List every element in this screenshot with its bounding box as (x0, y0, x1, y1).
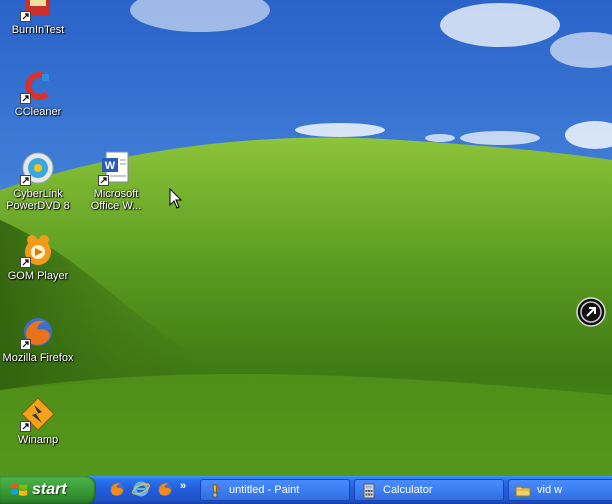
paint-icon (212, 484, 221, 498)
desktop-icon-powerdvd[interactable]: CyberLink PowerDVD 8 (0, 150, 78, 212)
desktop-icon-firefox[interactable]: Mozilla Firefox (0, 314, 78, 364)
calculator-icon (363, 483, 375, 499)
desktop-icon-label: GOM Player (7, 270, 69, 282)
shortcut-arrow-icon (98, 175, 109, 186)
taskbar-button-calculator[interactable]: Calculator (354, 479, 504, 501)
desktop-icon-label-line2: PowerDVD 8 (6, 200, 70, 212)
desktop-icon-label-line1: Microsoft (93, 188, 139, 200)
firefox-icon (20, 314, 56, 350)
desktop-icon-label: Winamp (17, 434, 59, 446)
firefox-icon (110, 482, 124, 496)
quick-launch-overflow-chevron[interactable]: » (180, 480, 186, 492)
ccleaner-icon (20, 68, 56, 104)
shortcut-arrow-icon (20, 339, 31, 350)
quick-launch-internet-explorer[interactable] (132, 480, 152, 500)
shortcut-arrow-icon (20, 175, 31, 186)
desktop-icon-word[interactable]: W Microsoft Office W... (76, 150, 156, 212)
taskbar-button-label: Calculator (383, 484, 433, 496)
windows-logo-icon (11, 483, 27, 496)
svg-text:W: W (105, 160, 116, 172)
desktop-icon-burnintest[interactable]: BurnInTest (0, 0, 78, 36)
powerdvd-icon (20, 150, 56, 186)
start-label: start (32, 481, 67, 498)
desktop-icon-label: BurnInTest (11, 24, 65, 36)
desktop-icon-gom-player[interactable]: GOM Player (0, 232, 78, 282)
start-button[interactable]: start (0, 476, 96, 504)
taskbar-button-paint[interactable]: untitled - Paint (200, 479, 350, 501)
desktop-icon-winamp[interactable]: Winamp (0, 396, 78, 446)
winamp-icon (20, 396, 56, 432)
burnintest-icon (20, 0, 56, 22)
desktop-icon-label: CCleaner (14, 106, 62, 118)
bliss-wallpaper (0, 0, 612, 476)
desktop-icon-ccleaner[interactable]: CCleaner (0, 68, 78, 118)
desktop-icon-label: Mozilla Firefox (2, 352, 74, 364)
folder-icon (515, 486, 531, 497)
quick-launch-firefox-2[interactable] (156, 480, 176, 500)
internet-explorer-icon (132, 481, 150, 497)
taskbar-button-label: vid w (537, 484, 563, 496)
shortcut-arrow-icon (20, 257, 31, 268)
shortcut-arrow-icon (20, 421, 31, 432)
taskbar: start » untitled - Paint Calculator vid … (0, 476, 612, 504)
desktop-icon-label-line1: CyberLink (13, 188, 63, 200)
firefox-icon (158, 482, 172, 496)
shortcut-arrow-icon (20, 93, 31, 104)
shortcut-arrow-icon (20, 11, 31, 22)
desktop-gadget-icon[interactable] (575, 296, 607, 328)
taskbar-button-label: untitled - Paint (229, 484, 300, 496)
quick-launch-firefox[interactable] (108, 480, 128, 500)
desktop-icon-label-line2: Office W... (90, 200, 142, 212)
desktop: BurnInTest CCleaner CyberLink PowerDVD 8… (0, 0, 612, 476)
mouse-pointer-icon (169, 188, 183, 209)
gom-player-icon (20, 232, 56, 268)
taskbar-button-folder[interactable]: vid w (508, 479, 612, 501)
word-icon: W (98, 150, 134, 186)
